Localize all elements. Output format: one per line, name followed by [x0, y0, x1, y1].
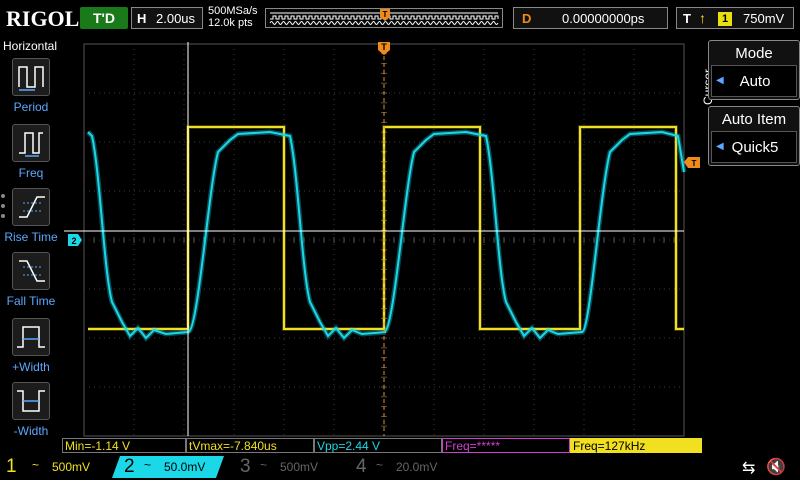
measurement-min[interactable]: Min=-1.14 V — [62, 438, 186, 453]
trigger-source-badge: 1 — [718, 12, 732, 26]
run-status-badge[interactable]: T'D — [80, 7, 128, 29]
menu-item-label: Rise Time — [4, 230, 58, 244]
measurement-freq-invalid[interactable]: Freq=***** — [442, 438, 570, 453]
sample-rate: 500MSa/s — [208, 5, 258, 17]
memory-overview: T — [269, 9, 499, 25]
channel-scale: 20.0mV — [396, 460, 438, 474]
menu-item-label: Freq — [18, 166, 44, 180]
auto-item-value-box: ◀ Quick5 — [711, 131, 797, 163]
waveform-display[interactable]: T 2 T — [62, 36, 702, 438]
acquisition-info: 500MSa/s 12.0k pts — [208, 5, 258, 29]
menu-item-freq[interactable]: Freq — [0, 124, 62, 186]
menu-item-fall-time[interactable]: Fall Time — [0, 252, 62, 314]
cursor-mode-value: Auto — [739, 73, 771, 90]
measurement-strip: Min=-1.14 V tVmax=-7.840us Vpp=2.44 V Fr… — [62, 438, 702, 454]
channel-4-status[interactable]: 4 ~ 20.0mV — [344, 456, 456, 478]
menu-item-positive-width[interactable]: +Width — [0, 318, 62, 380]
top-status-bar: RIGOL T'D H 2.00us 500MSa/s 12.0k pts T … — [0, 0, 800, 36]
cursor-mode-title: Mode — [735, 45, 773, 62]
horizontal-label: H — [137, 11, 147, 26]
fall-time-icon — [12, 252, 50, 290]
speaker-muted-icon[interactable]: 🔇 — [766, 457, 786, 477]
trigger-position-top-marker: T — [378, 42, 390, 55]
rising-edge-icon: ↑ — [699, 10, 706, 26]
auto-item-value: Quick5 — [731, 139, 779, 156]
channel-number: 2 — [124, 456, 135, 477]
ac-coupling-icon: ~ — [32, 458, 40, 472]
trigger-label: T — [683, 11, 691, 26]
cursor-mode-value-box: ◀ Auto — [711, 65, 797, 97]
negative-width-icon — [12, 382, 50, 420]
timebase-box[interactable]: H 2.00us — [131, 7, 203, 29]
menu-item-label: -Width — [13, 424, 49, 438]
trigger-level-marker[interactable]: T — [684, 157, 700, 168]
svg-text:2: 2 — [71, 236, 76, 246]
channel-number: 4 — [356, 456, 367, 477]
menu-item-label: +Width — [12, 360, 50, 374]
channel-number: 1 — [6, 456, 17, 477]
channel-3-status[interactable]: 3 ~ 500mV — [228, 456, 340, 478]
channel-scale: 500mV — [52, 460, 91, 474]
trigger-level-value: 750mV — [743, 11, 785, 26]
svg-text:T: T — [383, 10, 388, 19]
timebase-value: 2.00us — [156, 11, 196, 26]
memory-depth: 12.0k pts — [208, 17, 253, 29]
delay-box[interactable]: D 0.00000000ps — [513, 7, 668, 29]
channel-2-status[interactable]: 2 ~ 50.0mV — [112, 456, 224, 478]
ac-coupling-icon: ~ — [144, 458, 152, 472]
channel-status-bar: 1 ~ 500mV 2 ~ 50.0mV 3 ~ 500mV 4 ~ 20.0m… — [0, 454, 800, 480]
menu-item-negative-width[interactable]: -Width — [0, 382, 62, 444]
ac-coupling-icon: ~ — [376, 458, 384, 472]
delay-value: 0.00000000ps — [562, 11, 645, 26]
positive-width-icon — [12, 318, 50, 356]
cursor-menu: Cursor Mode ◀ Auto Auto Item ◀ Quick5 — [701, 36, 800, 454]
horizontal-measure-menu: Horizontal Period Freq Rise Time Fall Ti… — [0, 36, 62, 454]
trigger-box[interactable]: T ↑ 1 750mV — [676, 7, 794, 29]
ac-coupling-icon: ~ — [260, 458, 268, 472]
frequency-icon — [12, 124, 50, 162]
channel-number: 3 — [240, 456, 251, 477]
auto-item-softkey[interactable]: Auto Item ◀ Quick5 — [708, 106, 800, 166]
channel-scale: 500mV — [280, 460, 319, 474]
trigger-position-bar[interactable]: T — [265, 8, 503, 28]
delay-label: D — [522, 11, 532, 26]
auto-item-title: Auto Item — [721, 111, 787, 128]
menu-item-period[interactable]: Period — [0, 58, 62, 120]
measurement-tvmax[interactable]: tVmax=-7.840us — [186, 438, 314, 453]
menu-item-label: Period — [13, 100, 49, 114]
waveform-grid: T 2 T — [64, 42, 700, 437]
channel-1-status[interactable]: 1 ~ 500mV — [0, 456, 112, 478]
usb-icon: ⇆ — [742, 460, 756, 477]
svg-text:T: T — [692, 159, 697, 168]
menu-item-rise-time[interactable]: Rise Time — [0, 188, 62, 250]
measurement-vpp[interactable]: Vpp=2.44 V — [314, 438, 442, 453]
rise-time-icon — [12, 188, 50, 226]
cursor-mode-softkey[interactable]: Mode ◀ Auto — [708, 40, 800, 100]
channel-1-trace — [88, 125, 684, 331]
measurement-freq[interactable]: Freq=127kHz — [570, 438, 702, 453]
menu-item-label: Fall Time — [6, 294, 56, 308]
channel-scale: 50.0mV — [164, 460, 206, 474]
period-icon — [12, 58, 50, 96]
menu-title: Horizontal — [3, 39, 58, 53]
svg-text:T: T — [381, 42, 387, 52]
channel-2-offset-marker[interactable]: 2 — [68, 234, 82, 246]
brand-logo: RIGOL — [6, 6, 80, 31]
